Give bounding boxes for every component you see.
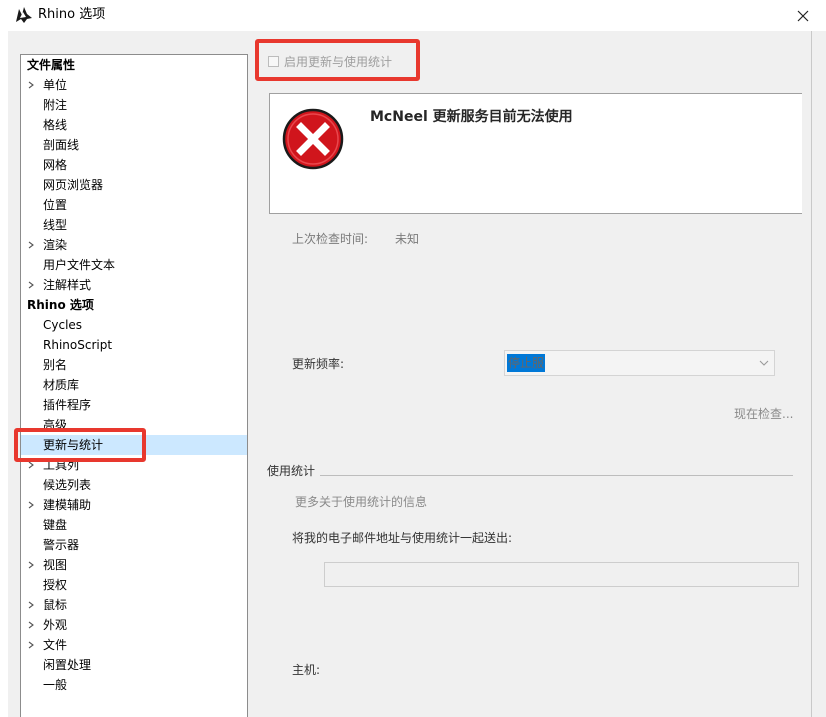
tree-item[interactable]: 单位	[21, 75, 247, 95]
annotation-highlight-checkbox	[255, 39, 420, 81]
check-now-button[interactable]: 现在检查...	[734, 405, 793, 422]
chevron-right-icon[interactable]	[27, 241, 35, 249]
options-tree[interactable]: 文件属性单位附注格线剖面线网格网页浏览器位置线型渲染用户文件文本 注解样式 Rhin…	[20, 54, 248, 717]
chevron-right-icon[interactable]	[27, 461, 35, 469]
usage-stats-group-label: 使用统计	[267, 464, 316, 478]
tree-item-label: 鼠标	[43, 598, 68, 612]
tree-item-label: 闲置处理	[43, 658, 92, 672]
tree-item[interactable]: Cycles	[21, 315, 247, 335]
tree-item-label: 文件	[43, 638, 68, 652]
chevron-right-icon[interactable]	[27, 621, 35, 629]
more-info-link[interactable]: 更多关于使用统计的信息	[295, 493, 427, 510]
host-label: 主机:	[292, 663, 321, 677]
tree-item[interactable]: 文件属性	[21, 55, 247, 75]
frequency-value: 停止服	[507, 354, 546, 372]
window-title: Rhino 选项	[38, 7, 106, 22]
tree-item-label: 网页浏览器	[43, 178, 104, 192]
tree-item-label: 一般	[43, 678, 68, 692]
tree-item[interactable]: RhinoScript	[21, 335, 247, 355]
tree-item-label: 注解样式	[43, 278, 92, 292]
chevron-right-icon[interactable]	[27, 601, 35, 609]
tree-item-label: 附注	[43, 98, 68, 112]
tree-item[interactable]: 注解样式	[21, 275, 247, 295]
tree-item-label: 线型	[43, 218, 68, 232]
tree-item[interactable]: 视图	[21, 555, 247, 575]
tree-item-label: 文件属性	[27, 58, 76, 72]
email-field[interactable]	[324, 562, 799, 587]
chevron-right-icon[interactable]	[27, 561, 35, 569]
chevron-right-icon[interactable]	[27, 501, 35, 509]
panel-border	[811, 31, 812, 717]
tree-item[interactable]: 别名	[21, 355, 247, 375]
tree-item[interactable]: 文件	[21, 635, 247, 655]
tree-item-label: 单位	[43, 78, 68, 92]
title-bar: Rhino 选项	[0, 0, 826, 31]
tree-item[interactable]: 网页浏览器	[21, 175, 247, 195]
tree-item-label: 别名	[43, 358, 68, 372]
tree-item[interactable]: 剖面线	[21, 135, 247, 155]
tree-item[interactable]: 外观	[21, 615, 247, 635]
annotation-highlight-tree	[14, 428, 146, 462]
tree-item-label: 格线	[43, 118, 68, 132]
tree-item-label: Cycles	[43, 318, 83, 332]
tree-item[interactable]: 网格	[21, 155, 247, 175]
tree-item-label: 视图	[43, 558, 68, 572]
tree-item-label: 外观	[43, 618, 68, 632]
tree-item-label: 剖面线	[43, 138, 80, 152]
tree-item-label: 键盘	[43, 518, 68, 532]
tree-item[interactable]: 一般	[21, 675, 247, 695]
tree-item-label: 候选列表	[43, 478, 92, 492]
email-label: 将我的电子邮件地址与使用统计一起送出:	[292, 531, 513, 545]
tree-item[interactable]: 候选列表	[21, 475, 247, 495]
tree-item-label: 位置	[43, 198, 68, 212]
chevron-right-icon[interactable]	[27, 281, 35, 289]
tree-item[interactable]: 格线	[21, 115, 247, 135]
tree-item[interactable]: 警示器	[21, 535, 247, 555]
tree-item-label: RhinoScript	[43, 338, 113, 352]
tree-item[interactable]: 线型	[21, 215, 247, 235]
tree-item-label: Rhino 选项	[27, 298, 94, 312]
tree-item[interactable]: 闲置处理	[21, 655, 247, 675]
chevron-right-icon[interactable]	[27, 81, 35, 89]
tree-item-label: 警示器	[43, 538, 80, 552]
error-message-text: McNeel 更新服务目前无法使用	[370, 109, 573, 125]
frequency-label: 更新频率:	[292, 357, 345, 371]
tree-item[interactable]: 授权	[21, 575, 247, 595]
close-button[interactable]	[780, 0, 826, 31]
tree-item[interactable]: 鼠标	[21, 595, 247, 615]
tree-item-label: 渲染	[43, 238, 68, 252]
tree-item[interactable]: 渲染	[21, 235, 247, 255]
tree-item-label: 插件程序	[43, 398, 92, 412]
tree-item-label: 材质库	[43, 378, 80, 392]
tree-item[interactable]: 位置	[21, 195, 247, 215]
tree-item-label: 授权	[43, 578, 68, 592]
tree-item-label: 网格	[43, 158, 68, 172]
tree-item[interactable]: 插件程序	[21, 395, 247, 415]
close-icon	[797, 10, 809, 21]
last-check-label: 上次检查时间:	[292, 232, 369, 246]
rhino-logo-icon	[15, 6, 33, 24]
tree-item-label: 用户文件文本	[43, 258, 116, 272]
frequency-select[interactable]: 停止服	[504, 350, 775, 376]
tree-item[interactable]: 用户文件文本	[21, 255, 247, 275]
error-x-icon	[282, 108, 344, 170]
tree-item[interactable]: 附注	[21, 95, 247, 115]
tree-item-label: 建模辅助	[43, 498, 92, 512]
error-message-panel: McNeel 更新服务目前无法使用	[269, 93, 802, 214]
last-check-value: 未知	[395, 232, 420, 246]
tree-item[interactable]: 材质库	[21, 375, 247, 395]
chevron-right-icon[interactable]	[27, 641, 35, 649]
tree-item[interactable]: 建模辅助	[21, 495, 247, 515]
tree-item[interactable]: 键盘	[21, 515, 247, 535]
chevron-down-icon[interactable]	[754, 351, 774, 375]
group-divider	[320, 475, 793, 476]
tree-item[interactable]: Rhino 选项	[21, 295, 247, 315]
